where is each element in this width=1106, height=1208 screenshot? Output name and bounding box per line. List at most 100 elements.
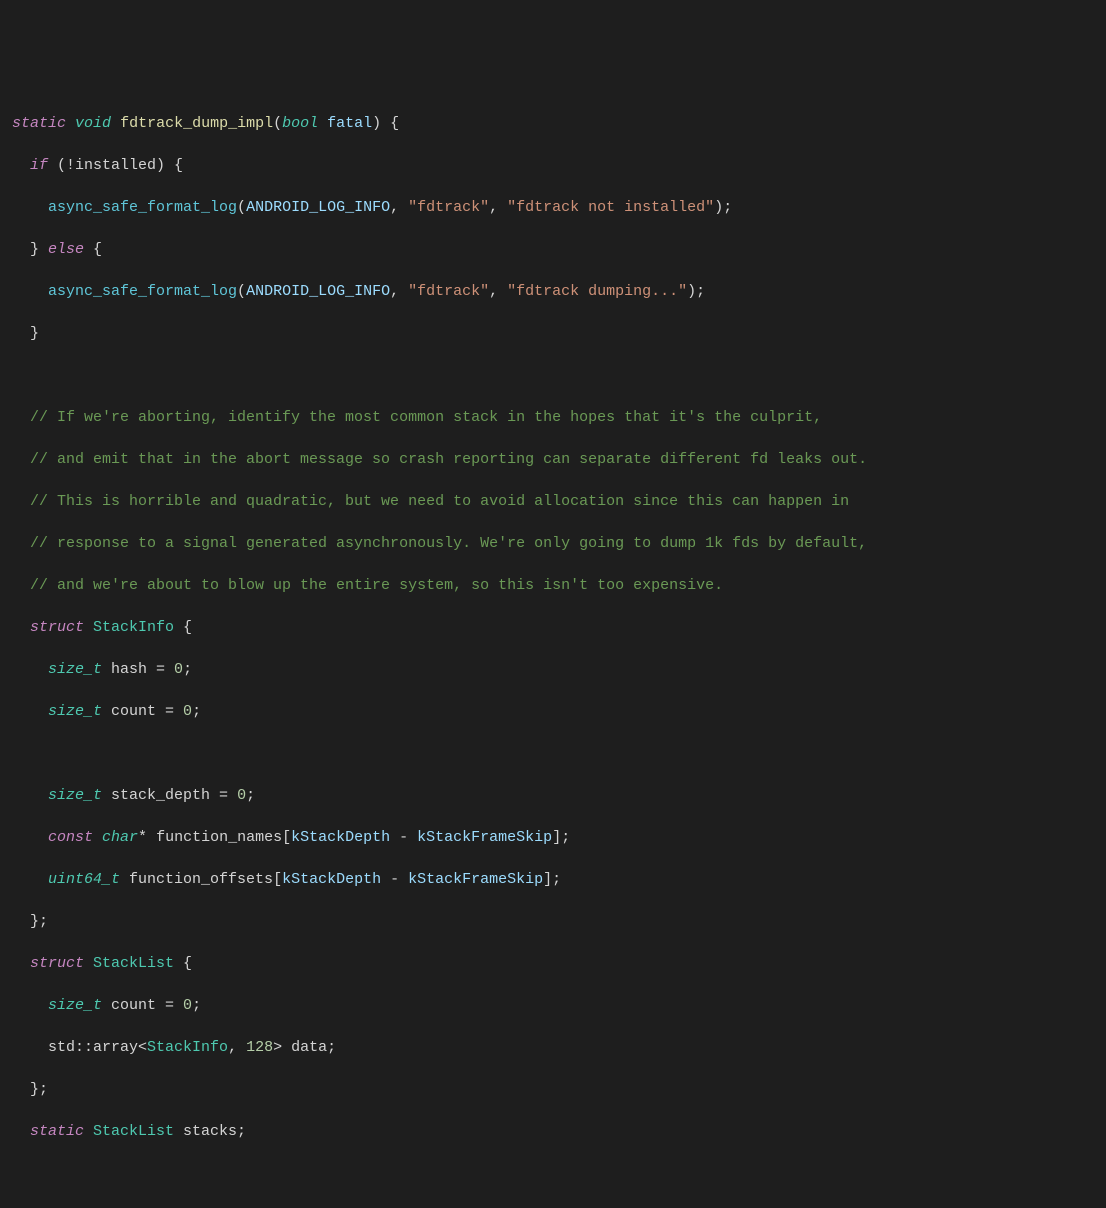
indent [12,703,48,720]
member: count = [102,703,183,720]
code-line: async_safe_format_log(ANDROID_LOG_INFO, … [12,197,1094,218]
pointer: * [138,829,156,846]
indent [12,325,30,342]
punct: ; [192,997,201,1014]
indent [12,619,30,636]
type-size-t: size_t [48,787,102,804]
punct: ); [687,283,705,300]
indent [12,1123,30,1140]
constant: kStackDepth [282,871,381,888]
bracket: ]; [543,871,561,888]
brace: } [30,241,48,258]
type-name: StackInfo [147,1039,228,1056]
punct: ( [273,115,282,132]
member: stack_depth = [102,787,237,804]
code-line: size_t hash = 0; [12,659,1094,680]
code-line: static void fdtrack_dump_impl(bool fatal… [12,113,1094,134]
number: 0 [237,787,246,804]
comment: // response to a signal generated asynch… [12,535,867,552]
brace: }; [30,1081,48,1098]
comment-line: // This is horrible and quadratic, but w… [12,491,1094,512]
keyword-static: static [12,115,66,132]
type-size-t: size_t [48,661,102,678]
type-name: StackList [84,955,174,972]
constant: ANDROID_LOG_INFO [246,199,390,216]
constant: kStackFrameSkip [408,871,543,888]
keyword-if: if [30,157,48,174]
type-uint64: uint64_t [48,871,120,888]
indent [12,661,48,678]
keyword-struct: struct [30,955,84,972]
number: 0 [174,661,183,678]
number: 0 [183,703,192,720]
code-line: struct StackInfo { [12,617,1094,638]
punct: ; [246,787,255,804]
string-literal: "fdtrack not installed" [507,199,714,216]
punct: , [489,199,507,216]
operator: - [390,829,417,846]
code-line: std::array<StackInfo, 128> data; [12,1037,1094,1058]
code-line: }; [12,911,1094,932]
param: fatal [318,115,372,132]
bracket: ]; [552,829,570,846]
code-line: uint64_t function_offsets[kStackDepth - … [12,869,1094,890]
number: 128 [246,1039,273,1056]
brace: { [174,955,192,972]
indent [12,871,48,888]
bracket: [ [282,829,291,846]
indent [12,1081,30,1098]
string-literal: "fdtrack" [408,199,489,216]
code-line: } else { [12,239,1094,260]
constant: kStackFrameSkip [417,829,552,846]
punct: ) { [372,115,399,132]
punct: , [390,283,408,300]
punct: , [228,1039,246,1056]
blank-line [12,743,1094,764]
indent [12,829,48,846]
brace: }; [30,913,48,930]
keyword-void: void [75,115,111,132]
comment: // If we're aborting, identify the most … [12,409,822,426]
punct: , [489,283,507,300]
operator: - [381,871,408,888]
comment-line: // response to a signal generated asynch… [12,533,1094,554]
member: count = [102,997,183,1014]
type-size-t: size_t [48,703,102,720]
code-line: size_t stack_depth = 0; [12,785,1094,806]
indent [12,997,48,1014]
string-literal: "fdtrack dumping..." [507,283,687,300]
punct: > data; [273,1039,336,1056]
code-line: }; [12,1079,1094,1100]
indent [12,955,30,972]
namespace: std::array< [48,1039,147,1056]
comment-line: // If we're aborting, identify the most … [12,407,1094,428]
comment: // and we're about to blow up the entire… [12,577,723,594]
punct: ; [183,661,192,678]
comment: // This is horrible and quadratic, but w… [12,493,849,510]
constant: kStackDepth [291,829,390,846]
function-call: async_safe_format_log [48,283,237,300]
keyword-struct: struct [30,619,84,636]
punct: ( [237,283,246,300]
keyword-else: else [48,241,84,258]
punct: ); [714,199,732,216]
indent [12,1039,48,1056]
indent [12,913,30,930]
member: function_offsets [120,871,273,888]
bracket: [ [273,871,282,888]
code-line: static StackList stacks; [12,1121,1094,1142]
punct: , [390,199,408,216]
indent [12,199,48,216]
code-line: if (!installed) { [12,155,1094,176]
brace: { [84,241,102,258]
keyword-bool: bool [282,115,318,132]
code-line: async_safe_format_log(ANDROID_LOG_INFO, … [12,281,1094,302]
brace: { [174,619,192,636]
keyword-static: static [30,1123,84,1140]
punct: ( [237,199,246,216]
comment-line: // and we're about to blow up the entire… [12,575,1094,596]
type-name: StackList [84,1123,174,1140]
code-line: size_t count = 0; [12,701,1094,722]
code-line: struct StackList { [12,953,1094,974]
code-line: size_t count = 0; [12,995,1094,1016]
